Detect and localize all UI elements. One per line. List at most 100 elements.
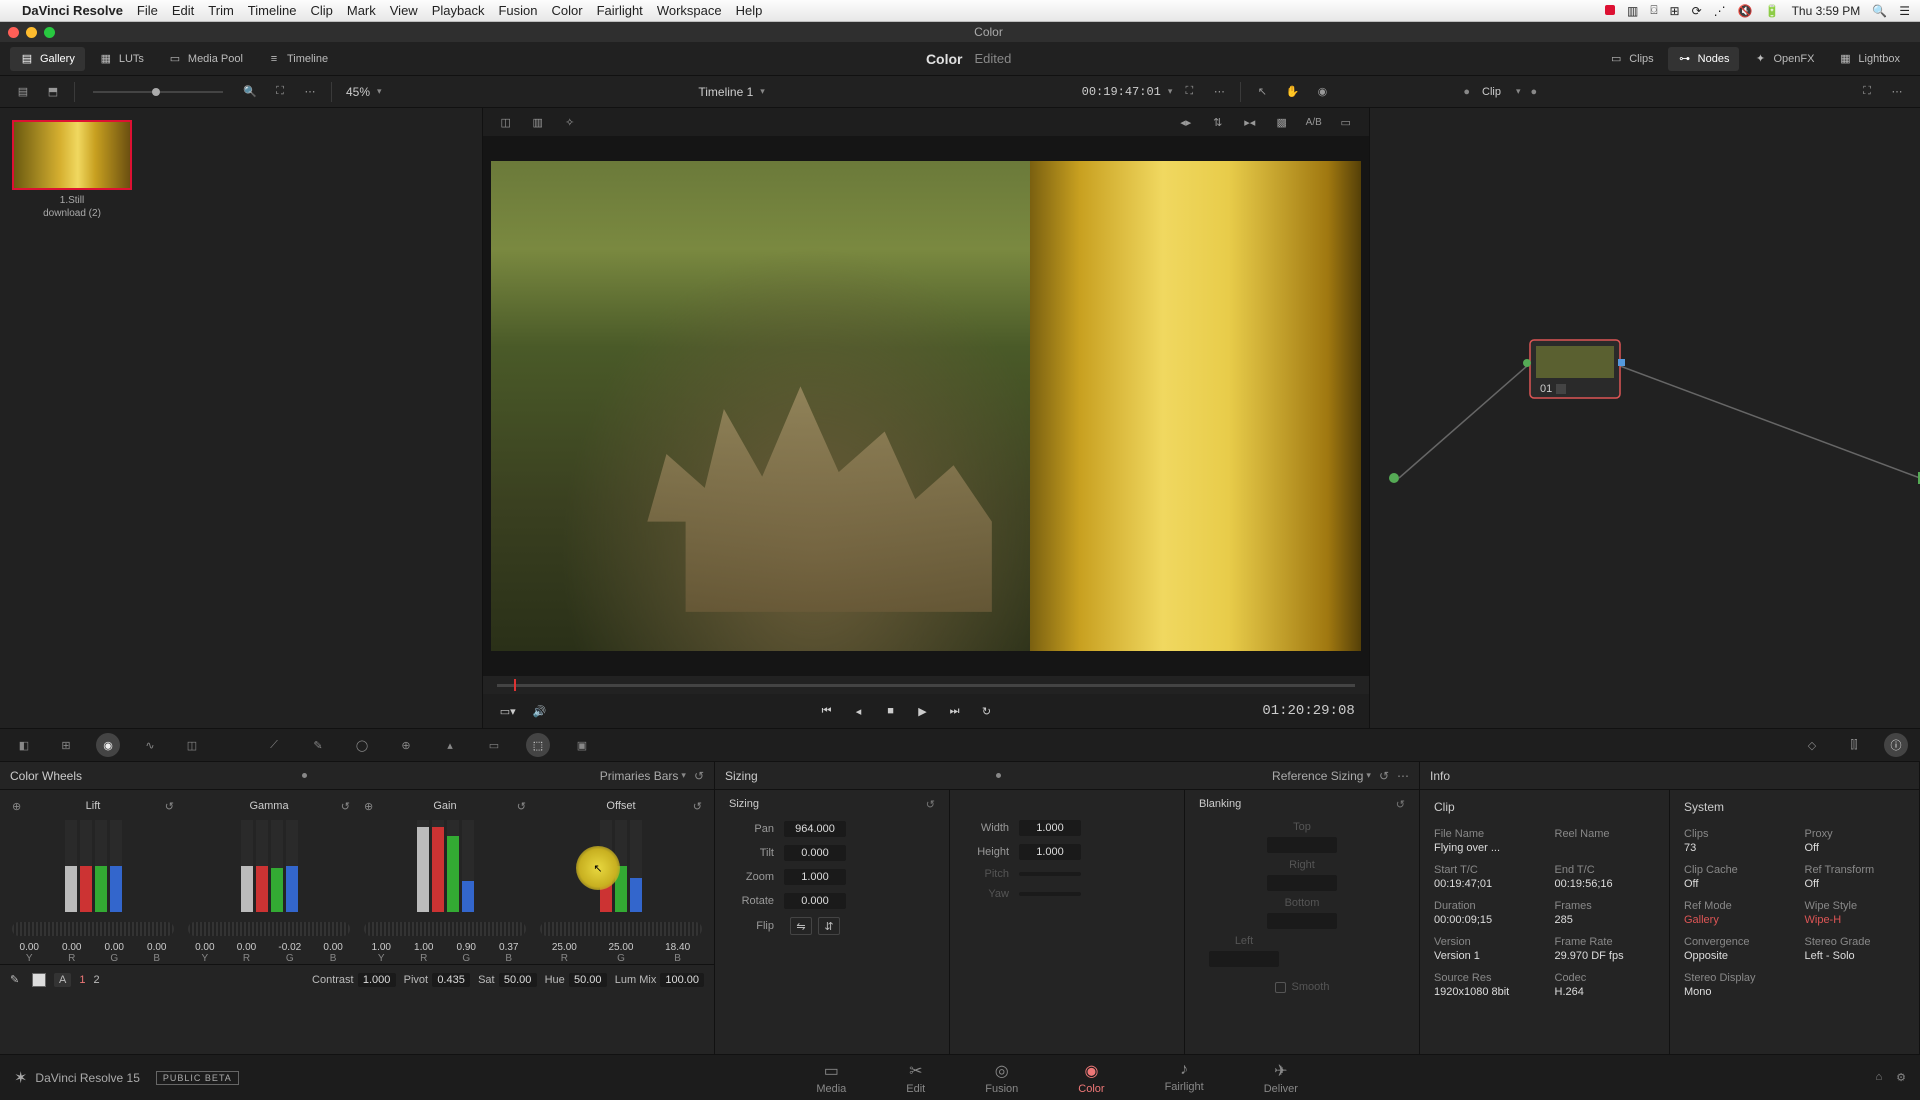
tracker-icon[interactable]: ⊕ [394,733,418,757]
reset-icon[interactable]: ↺ [926,798,935,811]
page-tab-deliver[interactable]: ✈Deliver [1264,1061,1298,1095]
blank-top[interactable] [1267,837,1337,853]
node-scope[interactable]: Clip [1482,86,1501,98]
blank-bottom[interactable] [1267,913,1337,929]
wipe-invert-icon[interactable]: ⇅ [1205,110,1231,134]
timeline-toggle[interactable]: ≡Timeline [257,47,338,71]
reset-icon[interactable]: ↺ [1379,769,1389,783]
nodes-toggle[interactable]: ⊶Nodes [1668,47,1740,71]
menu-view[interactable]: View [390,3,418,18]
scopes-icon[interactable]: ⫿⫿ [1842,733,1866,757]
clock[interactable]: Thu 3:59 PM [1792,4,1861,18]
search-icon[interactable]: 🔍 [1872,4,1887,18]
gamma-master-jog[interactable] [188,922,350,936]
offset-master-jog[interactable] [540,922,702,936]
record-indicator-icon[interactable] [1605,5,1615,15]
stills-menu-icon[interactable]: ▭▾ [497,700,519,722]
reset-icon[interactable]: ↺ [517,800,526,813]
gamma-bars[interactable] [184,816,354,916]
menu-help[interactable]: Help [736,3,763,18]
prev-clip-button[interactable]: ⏮ [816,700,838,722]
pivot-value[interactable]: 0.435 [432,973,470,987]
menu-playback[interactable]: Playback [432,3,485,18]
page-tab-media[interactable]: ▭Media [816,1061,846,1095]
menu-fairlight[interactable]: Fairlight [597,3,643,18]
wipe-toggle-icon[interactable]: ◂▸ [1173,110,1199,134]
status-icon[interactable]: ⟳ [1692,4,1702,18]
blank-left[interactable] [1209,951,1279,967]
chevron-down-icon[interactable]: ▾ [1168,86,1173,97]
node-graph[interactable]: 01 [1369,108,1920,728]
stop-button[interactable]: ■ [880,700,902,722]
minimize-button[interactable] [26,27,37,38]
reset-icon[interactable]: ↺ [165,800,174,813]
motion-effects-icon[interactable]: ◫ [180,733,204,757]
curves-icon[interactable]: ⟋ [262,733,286,757]
options-icon[interactable]: ⋯ [1206,80,1232,104]
status-icon[interactable]: ▥ [1627,4,1638,18]
reset-icon[interactable]: ↺ [694,769,704,783]
menu-icon[interactable]: ☰ [1899,4,1910,18]
expand-icon[interactable]: ⛶ [267,80,293,104]
project-settings-button[interactable]: ⚙ [1896,1071,1906,1084]
auto-balance-icon[interactable]: ✎ [10,973,24,987]
page-2[interactable]: 2 [93,974,99,986]
page-tab-fusion[interactable]: ◎Fusion [985,1061,1018,1095]
openfx-toggle[interactable]: ✦OpenFX [1743,47,1824,71]
volume-icon[interactable]: 🔇 [1738,4,1753,18]
fullscreen-icon[interactable]: ⛶ [1176,80,1202,104]
menu-edit[interactable]: Edit [172,3,194,18]
viewer-zoom[interactable]: 45% [346,85,370,99]
mute-icon[interactable]: 🔊 [529,700,551,722]
highlight-icon[interactable]: ▭ [1333,110,1359,134]
chevron-down-icon[interactable]: ▾ [377,86,382,97]
play-button[interactable]: ▶ [912,700,934,722]
page-tab-edit[interactable]: ✂Edit [906,1061,925,1095]
luts-toggle[interactable]: ▦LUTs [89,47,154,71]
clips-toggle[interactable]: ▭Clips [1599,47,1663,71]
home-button[interactable]: ⌂ [1875,1071,1882,1084]
stereo-3d-icon[interactable]: ▣ [570,733,594,757]
pointer-tool-icon[interactable]: ↖ [1249,80,1275,104]
ab-compare-icon[interactable]: A/B [1301,110,1327,134]
wifi-icon[interactable]: ⋰ [1714,4,1726,18]
picker-icon[interactable]: ⊕ [12,800,21,813]
timeline-name[interactable]: Timeline 1 [698,85,753,99]
page-a[interactable]: A [54,973,71,987]
page-tab-color[interactable]: ◉Color [1078,1061,1104,1095]
wheels-mode-select[interactable]: Primaries Bars▾ [600,769,686,783]
contrast-value[interactable]: 1.000 [358,973,396,987]
blur-icon[interactable]: ▴ [438,733,462,757]
color-match-icon[interactable]: ⊞ [54,733,78,757]
offset-bars[interactable]: ↖ [536,816,706,916]
page-1[interactable]: 1 [79,974,85,986]
menu-mark[interactable]: Mark [347,3,376,18]
height-value[interactable]: 1.000 [1019,844,1081,860]
stills-view-icon[interactable]: ▤ [10,80,36,104]
loop-button[interactable]: ↻ [976,700,998,722]
rotate-value[interactable]: 0.000 [784,893,846,909]
reset-icon[interactable]: ↺ [693,800,702,813]
battery-icon[interactable]: 🔋 [1765,4,1780,18]
mediapool-toggle[interactable]: ▭Media Pool [158,47,253,71]
pick-white-icon[interactable] [32,973,46,987]
sizing-mode-select[interactable]: Reference Sizing▾ [1272,769,1371,783]
options-icon[interactable]: ⋯ [1884,80,1910,104]
search-icon[interactable]: 🔍 [237,80,263,104]
hue-value[interactable]: 50.00 [569,973,607,987]
menu-clip[interactable]: Clip [310,3,332,18]
gain-master-jog[interactable] [364,922,526,936]
sizing-icon[interactable]: ⬚ [526,733,550,757]
info-icon[interactable]: ⓘ [1884,733,1908,757]
maximize-button[interactable] [44,27,55,38]
options-icon[interactable]: ⋯ [1397,769,1409,783]
menu-file[interactable]: File [137,3,158,18]
menu-trim[interactable]: Trim [208,3,234,18]
status-icon[interactable]: ⊞ [1670,4,1680,18]
color-wheels-icon[interactable]: ◉ [96,733,120,757]
menu-fusion[interactable]: Fusion [498,3,537,18]
step-back-button[interactable]: ◂ [848,700,870,722]
viewer[interactable] [483,136,1369,676]
split-screen-icon[interactable]: ▥ [525,110,551,134]
record-timecode[interactable]: 01:20:29:08 [1262,703,1354,719]
